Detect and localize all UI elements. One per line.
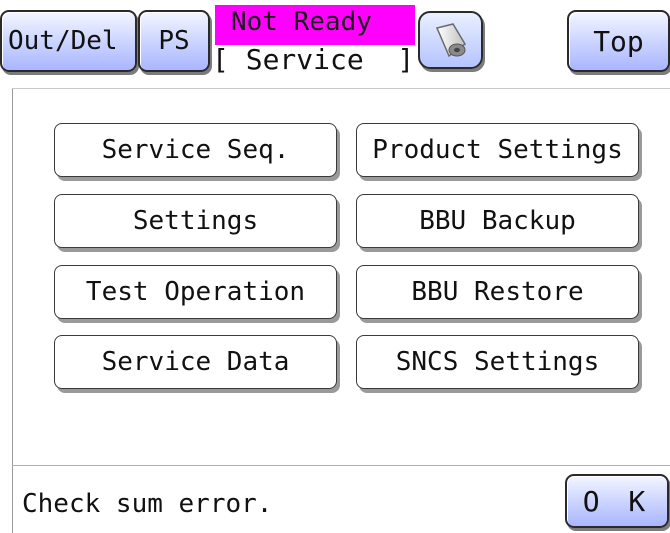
service-seq-button[interactable]: Service Seq. — [54, 123, 337, 177]
footer-divider — [12, 465, 670, 466]
paper-roll-button[interactable] — [418, 11, 483, 69]
bbu-backup-button[interactable]: BBU Backup — [356, 194, 639, 248]
status-badge: Not Ready — [215, 5, 415, 45]
bbu-restore-button[interactable]: BBU Restore — [356, 265, 639, 319]
sncs-settings-button[interactable]: SNCS Settings — [356, 335, 639, 389]
settings-button[interactable]: Settings — [54, 194, 337, 248]
page-title: [ Service ] — [212, 43, 415, 76]
test-operation-button[interactable]: Test Operation — [54, 265, 337, 319]
service-data-button[interactable]: Service Data — [54, 335, 337, 389]
panel-border — [12, 88, 13, 533]
status-message: Check sum error. — [22, 489, 273, 519]
header-divider — [12, 88, 670, 89]
product-settings-button[interactable]: Product Settings — [356, 123, 639, 177]
ps-button[interactable]: PS — [138, 10, 210, 72]
service-screen: Out/Del PS Not Ready [ Service ] Top Ser… — [0, 0, 670, 533]
paper-roll-icon — [435, 23, 466, 58]
out-del-button[interactable]: Out/Del — [0, 10, 137, 72]
top-button[interactable]: Top — [567, 10, 670, 72]
ok-button[interactable]: O K — [565, 474, 669, 528]
